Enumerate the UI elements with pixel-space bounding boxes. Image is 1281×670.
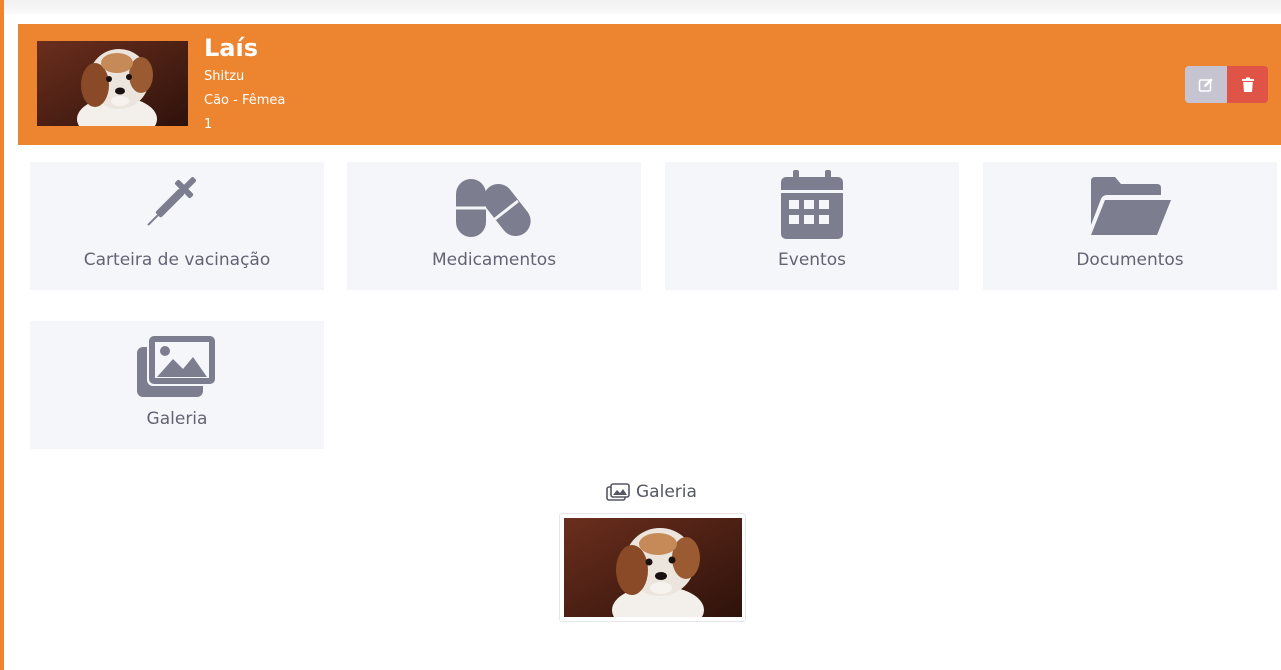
pet-name: Laís <box>204 34 258 62</box>
gallery-heading: Galeria <box>606 480 697 504</box>
tile-gallery[interactable]: Galeria <box>30 321 324 449</box>
pills-icon <box>456 179 531 237</box>
top-bar <box>4 0 1281 14</box>
tile-label: Medicamentos <box>431 250 557 270</box>
pet-age: 1 <box>204 117 213 132</box>
pet-header: Laís Shitzu Cão - Fêmea 1 <box>18 24 1281 145</box>
tile-label: Carteira de vacinação <box>83 250 271 270</box>
tile-label: Eventos <box>778 250 846 270</box>
images-icon <box>606 483 630 501</box>
tile-events[interactable]: Eventos <box>665 162 959 290</box>
pet-breed: Shitzu <box>204 69 245 84</box>
gallery-thumbnail[interactable] <box>559 513 746 622</box>
edit-icon <box>1198 77 1213 92</box>
gallery-title: Galeria <box>636 482 697 502</box>
trash-icon <box>1241 77 1254 92</box>
images-icon <box>137 334 217 397</box>
syringe-icon <box>147 177 196 226</box>
pet-species-sex: Cão - Fêmea <box>204 93 286 108</box>
tile-vaccination-card[interactable]: Carteira de vacinação <box>30 162 324 290</box>
left-accent-bar <box>0 0 4 670</box>
edit-button[interactable] <box>1185 66 1227 103</box>
tile-label: Galeria <box>146 409 208 429</box>
delete-button[interactable] <box>1227 66 1268 103</box>
tile-label: Documentos <box>1076 250 1184 270</box>
folder-open-icon <box>1091 177 1171 235</box>
calendar-icon <box>781 170 843 239</box>
tile-documents[interactable]: Documentos <box>983 162 1277 290</box>
tile-medications[interactable]: Medicamentos <box>347 162 641 290</box>
pet-actions <box>1185 66 1268 103</box>
pet-photo <box>37 41 188 126</box>
